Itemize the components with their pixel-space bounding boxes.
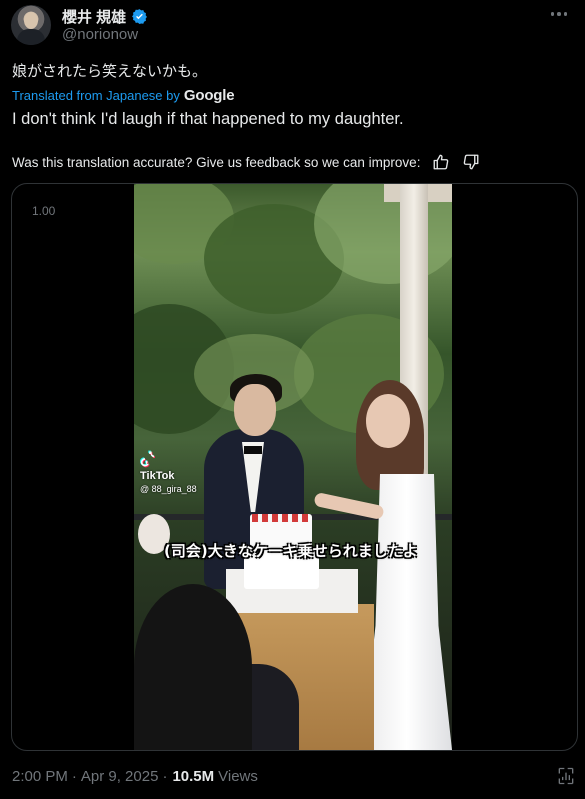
author-name-row: 櫻井 規雄 [62,6,148,26]
tweet-meta: 2:00 PM · Apr 9, 2025 · 10.5M Views [12,768,258,785]
translated-text: I don't think I'd laugh if that happened… [12,110,404,128]
analytics-icon[interactable] [556,766,576,786]
avatar-suit [17,29,45,45]
tiktok-icon [140,450,155,468]
translated-from-link[interactable]: Translated from Japanese by [12,88,180,103]
tweet-date[interactable]: Apr 9, 2025 [81,768,159,785]
groom-head [234,384,276,436]
bride-head [366,394,410,448]
tiktok-username: @ 88_gira_88 [140,484,197,494]
avatar[interactable] [11,5,51,45]
video-player[interactable]: 1.00 TikTok @ 88_gira_88 (司会)大きなケーキ乗せられま… [11,183,578,751]
google-logo: Google [183,87,235,104]
video-frame[interactable]: TikTok @ 88_gira_88 (司会)大きなケーキ乗せられましたよ [134,184,452,750]
video-caption: (司会)大きなケーキ乗せられましたよ [164,542,418,560]
thumbs-up-icon[interactable] [432,153,450,171]
groom-bowtie [244,446,262,454]
author-handle[interactable]: @norionow [62,26,138,43]
translation-feedback: Was this translation accurate? Give us f… [12,153,480,171]
avatar-face [24,12,38,29]
translation-attribution: Translated from Japanese by Google [12,87,235,104]
playback-speed[interactable]: 1.00 [32,204,55,218]
more-options-icon[interactable] [549,9,569,19]
feedback-prompt: Was this translation accurate? Give us f… [12,154,421,170]
views-label: Views [218,768,258,785]
meta-separator: · [71,768,77,785]
thumbs-down-icon[interactable] [462,153,480,171]
verified-badge-icon[interactable] [131,8,148,25]
tweet-text: 娘がされたら笑えないかも。 [12,62,208,80]
tiktok-watermark: TikTok [140,470,175,482]
tweet-time[interactable]: 2:00 PM [12,768,68,785]
views-count: 10.5M [172,768,215,785]
meta-separator: · [162,768,168,785]
cake-berries [252,514,308,522]
guest-foreground-head [134,584,252,750]
author-display-name[interactable]: 櫻井 規雄 [62,6,126,27]
